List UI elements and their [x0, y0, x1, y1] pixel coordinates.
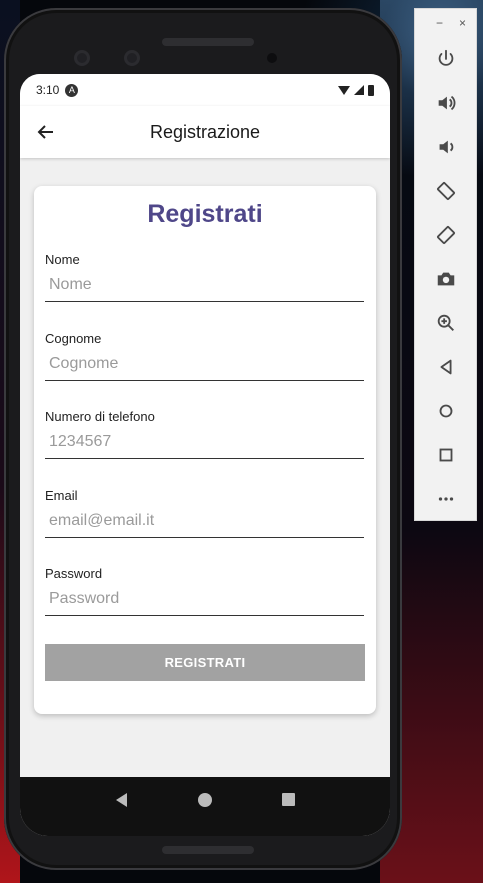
top-speaker: [162, 38, 254, 46]
home-circle-icon: [197, 792, 212, 807]
zoom-icon[interactable]: [415, 301, 476, 345]
status-time: 3:10: [36, 83, 60, 97]
arrow-left-icon[interactable]: [20, 106, 72, 158]
field-label-email: Email: [45, 488, 78, 503]
overview-icon[interactable]: [415, 433, 476, 477]
register-button[interactable]: REGISTRATI: [45, 644, 365, 681]
recents-square-icon: [281, 793, 295, 806]
wifi-icon: [338, 85, 350, 95]
field-label-cognome: Cognome: [45, 331, 102, 346]
app-bar: Registrazione: [20, 106, 390, 158]
phone-frame: 3:10 A Registrazione Registrati Nome Cog…: [4, 8, 402, 870]
front-camera: [74, 50, 90, 66]
bottom-speaker: [162, 846, 254, 854]
battery-icon: [368, 84, 374, 96]
camera-icon[interactable]: [415, 257, 476, 301]
field-nome: Nome: [45, 252, 364, 302]
field-password: Password: [45, 566, 364, 616]
nome-input[interactable]: [45, 270, 364, 302]
rotate-right-icon[interactable]: [415, 213, 476, 257]
nav-recents-button[interactable]: [268, 780, 308, 820]
minimize-button[interactable]: −: [436, 16, 443, 30]
field-telefono: Numero di telefono: [45, 409, 364, 459]
emulator-window-controls: − ×: [415, 9, 476, 37]
power-icon[interactable]: [415, 37, 476, 81]
home-icon[interactable]: [415, 389, 476, 433]
more-icon[interactable]: [415, 477, 476, 521]
password-input[interactable]: [45, 584, 364, 616]
emulator-toolbar: − ×: [414, 8, 477, 521]
notification-icon: A: [65, 83, 79, 97]
field-email: Email: [45, 488, 364, 538]
cognome-input[interactable]: [45, 349, 364, 381]
field-label-telefono: Numero di telefono: [45, 409, 155, 424]
field-label-nome: Nome: [45, 252, 80, 267]
registration-card: Registrati Nome Cognome Numero di telefo…: [34, 186, 376, 714]
back-triangle-icon: [116, 792, 128, 807]
field-cognome: Cognome: [45, 331, 364, 381]
nav-back-button[interactable]: [102, 780, 142, 820]
navigation-bar: [20, 777, 390, 822]
form-heading: Registrati: [147, 200, 263, 228]
field-label-password: Password: [45, 566, 103, 581]
page-title: Registrazione: [149, 121, 261, 142]
signal-icon: [354, 85, 364, 95]
volume-up-icon[interactable]: [415, 81, 476, 125]
proximity-sensor: [267, 53, 277, 63]
phone-input[interactable]: [45, 427, 364, 459]
status-bar: 3:10 A: [20, 74, 390, 106]
back-icon[interactable]: [415, 345, 476, 389]
nav-home-button[interactable]: [185, 780, 225, 820]
close-button[interactable]: ×: [459, 16, 466, 30]
volume-down-icon[interactable]: [415, 125, 476, 169]
rotate-left-icon[interactable]: [415, 169, 476, 213]
front-camera-2: [124, 50, 140, 66]
screen-bottom-edge: [20, 822, 390, 836]
device-screen: 3:10 A Registrazione Registrati Nome Cog…: [20, 74, 390, 836]
email-input[interactable]: [45, 506, 364, 538]
